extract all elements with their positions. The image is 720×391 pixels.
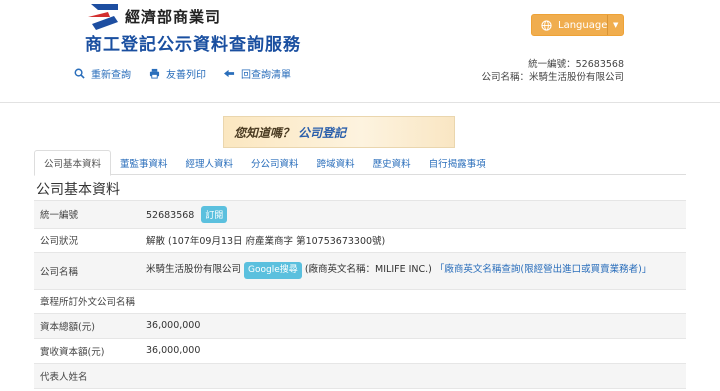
banner-text: 您知道嗎？	[234, 125, 295, 140]
tax-id-label: 統一編號	[40, 210, 79, 222]
info-tabs: 公司基本資料 董監事資料 經理人資料 分公司資料 跨域資料 歷史資料 自行揭露事…	[34, 150, 686, 176]
foreign-name-label: 章程所訂外文公司名稱	[40, 297, 136, 308]
company-meta: 統一編號：52683568 公司名稱：米騎生活股份有限公司	[481, 58, 624, 84]
print-label: 友善列印	[166, 70, 206, 81]
representative-label: 代表人姓名	[40, 371, 88, 383]
table-row: 資本總額(元) 36,000,000	[34, 313, 686, 338]
capital-paid-value: 36,000,000	[146, 345, 201, 356]
print-button[interactable]: 友善列印	[149, 66, 206, 81]
english-name-value: (廠商英文名稱：MILIFE INC.)	[304, 264, 432, 275]
table-row: 公司名稱 米騎生活股份有限公司 Google搜尋 (廠商英文名稱：MILIFE …	[34, 252, 686, 289]
ministry-logo-icon	[88, 4, 118, 30]
capital-paid-label: 實收資本額(元)	[40, 346, 105, 358]
search-icon	[74, 68, 85, 79]
capital-total-label: 資本總額(元)	[40, 321, 95, 333]
new-search-label: 重新查詢	[91, 70, 131, 81]
tab-directors[interactable]: 董監事資料	[111, 150, 177, 175]
tab-managers[interactable]: 經理人資料	[177, 150, 243, 175]
service-title: 商工登記公示資料查詢服務	[85, 35, 301, 55]
tab-history[interactable]: 歷史資料	[364, 150, 420, 175]
status-value: 解散 (107年09月13日 府產業商字 第10753673300號)	[146, 236, 386, 247]
company-name-value: 米騎生活股份有限公司	[146, 264, 242, 275]
tax-id-cell: 52683568 訂閱	[140, 201, 686, 228]
ministry-name: 經濟部商業司	[125, 8, 222, 26]
back-to-list-label: 回查詢清單	[241, 70, 291, 81]
company-info-table: 統一編號 52683568 訂閱 公司狀況 解散 (107年09月13日 府產業…	[34, 201, 686, 389]
table-row: 代表人姓名	[34, 363, 686, 388]
language-label: Language	[558, 19, 608, 31]
table-row: 實收資本額(元) 36,000,000	[34, 338, 686, 363]
company-name-cell: 米騎生活股份有限公司 Google搜尋 (廠商英文名稱：MILIFE INC.)…	[140, 252, 686, 289]
representative-value	[140, 363, 686, 388]
language-button[interactable]: Language ▼	[531, 14, 624, 36]
english-name-query-link[interactable]: 「廠商英文名稱查詢(限經營出進口或買賣業務者)」	[435, 264, 651, 275]
table-row: 統一編號 52683568 訂閱	[34, 201, 686, 228]
company-id-line: 統一編號：52683568	[528, 59, 624, 70]
did-you-know-banner[interactable]: 您知道嗎？ 公司登記	[223, 116, 455, 148]
caret-down-icon[interactable]: ▼	[607, 15, 623, 35]
tab-cross-domain[interactable]: 跨域資料	[308, 150, 364, 175]
table-row: 公司狀況 解散 (107年09月13日 府產業商字 第10753673300號)	[34, 228, 686, 252]
tab-basic-info[interactable]: 公司基本資料	[34, 150, 112, 176]
status-label: 公司狀況	[40, 236, 79, 247]
new-search-button[interactable]: 重新查詢	[74, 66, 131, 81]
page-header: 經濟部商業司 商工登記公示資料查詢服務 重新查詢 友善列印 回查詢清單 Lang…	[0, 0, 720, 103]
company-name-line: 公司名稱：米騎生活股份有限公司	[481, 72, 624, 83]
back-to-list-button[interactable]: 回查詢清單	[224, 66, 291, 81]
subscribe-button[interactable]: 訂閱	[201, 205, 228, 223]
section-title: 公司基本資料	[36, 182, 120, 198]
table-row: 章程所訂外文公司名稱	[34, 289, 686, 313]
capital-total-value: 36,000,000	[146, 320, 201, 331]
tax-id-value: 52683568	[146, 209, 195, 221]
company-name-label: 公司名稱	[40, 266, 79, 278]
printer-icon	[149, 68, 160, 79]
toolbar: 重新查詢 友善列印 回查詢清單	[74, 66, 291, 81]
arrow-left-icon	[224, 69, 235, 78]
banner-highlight: 公司登記	[298, 125, 347, 140]
tab-branches[interactable]: 分公司資料	[242, 150, 308, 175]
tab-self-disclosure[interactable]: 自行揭露事項	[420, 150, 495, 175]
google-search-button[interactable]: Google搜尋	[244, 262, 302, 279]
globe-icon	[541, 19, 552, 31]
